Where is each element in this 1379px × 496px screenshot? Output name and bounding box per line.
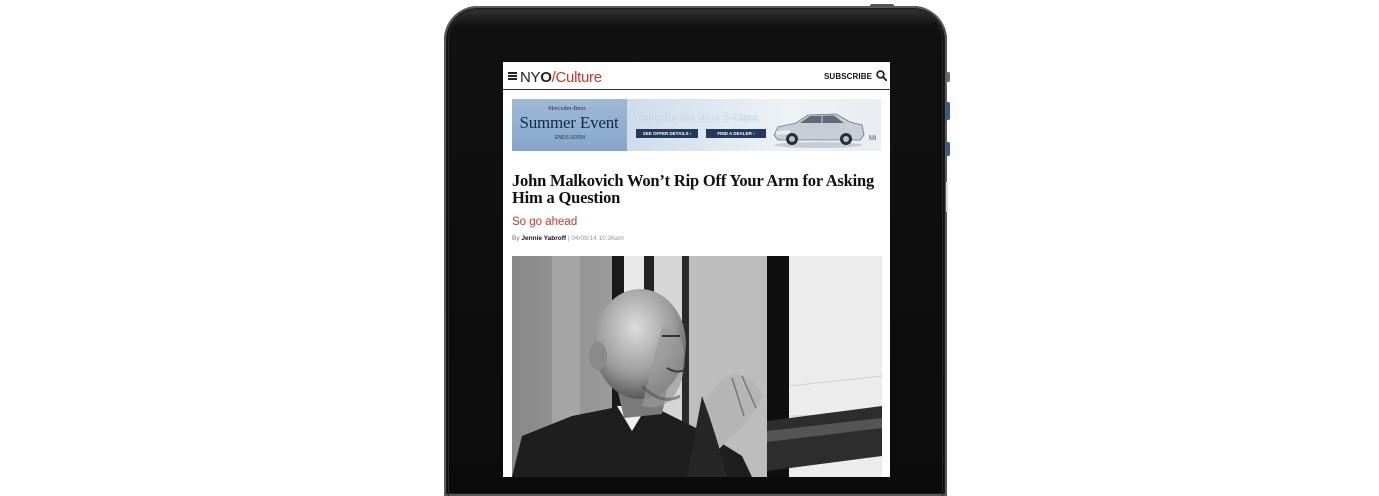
ad-corner-text: Mi: [869, 135, 877, 142]
publish-date: 04/09/14 10:36am: [571, 235, 624, 242]
site-header: NYO/Culture SUBSCRIBE: [503, 62, 890, 90]
byline-separator: |: [567, 235, 570, 242]
car-image: [773, 113, 865, 148]
tablet-volume-up-button: [946, 102, 950, 120]
tablet-screen: NYO/Culture SUBSCRIBE Mercedes-Benz Summ…: [503, 62, 890, 477]
ad-offer-button[interactable]: SEE OFFER DETAILS ›: [636, 129, 698, 138]
tablet-volume-down-button: [946, 142, 950, 156]
tablet-side-edge: [946, 182, 948, 212]
site-logo[interactable]: NYO/Culture: [520, 69, 602, 86]
article-subhead: So go ahead: [512, 216, 578, 228]
tablet-side-switch: [946, 72, 950, 82]
section-name[interactable]: Culture: [556, 69, 603, 86]
byline-by: By: [512, 235, 520, 242]
article-byline: By Jennie Yabroff | 04/09/14 10:36am: [512, 235, 624, 242]
ad-ends-text: ENDS SOON: [554, 135, 585, 141]
advertisement-banner[interactable]: Mercedes-Benz Summer Event ENDS SOON Fea…: [512, 99, 881, 151]
subscribe-link[interactable]: SUBSCRIBE: [824, 72, 872, 81]
search-icon[interactable]: [876, 70, 887, 81]
logo-prefix: NY: [520, 69, 541, 86]
author-link[interactable]: Jennie Yabroff: [521, 235, 566, 242]
logo-o: O: [540, 69, 552, 86]
ad-feature-text: Featuring the 2014 E-Class.: [636, 113, 761, 124]
article-photo[interactable]: [512, 256, 882, 477]
ad-dealer-button[interactable]: FIND A DEALER ›: [706, 129, 766, 138]
article-headline[interactable]: John Malkovich Won’t Rip Off Your Arm fo…: [512, 172, 884, 206]
ad-title: Summer Event: [519, 113, 619, 132]
tablet-power-button: [870, 4, 894, 7]
menu-icon[interactable]: [508, 72, 517, 80]
ad-brand: Mercedes-Benz: [548, 106, 586, 112]
